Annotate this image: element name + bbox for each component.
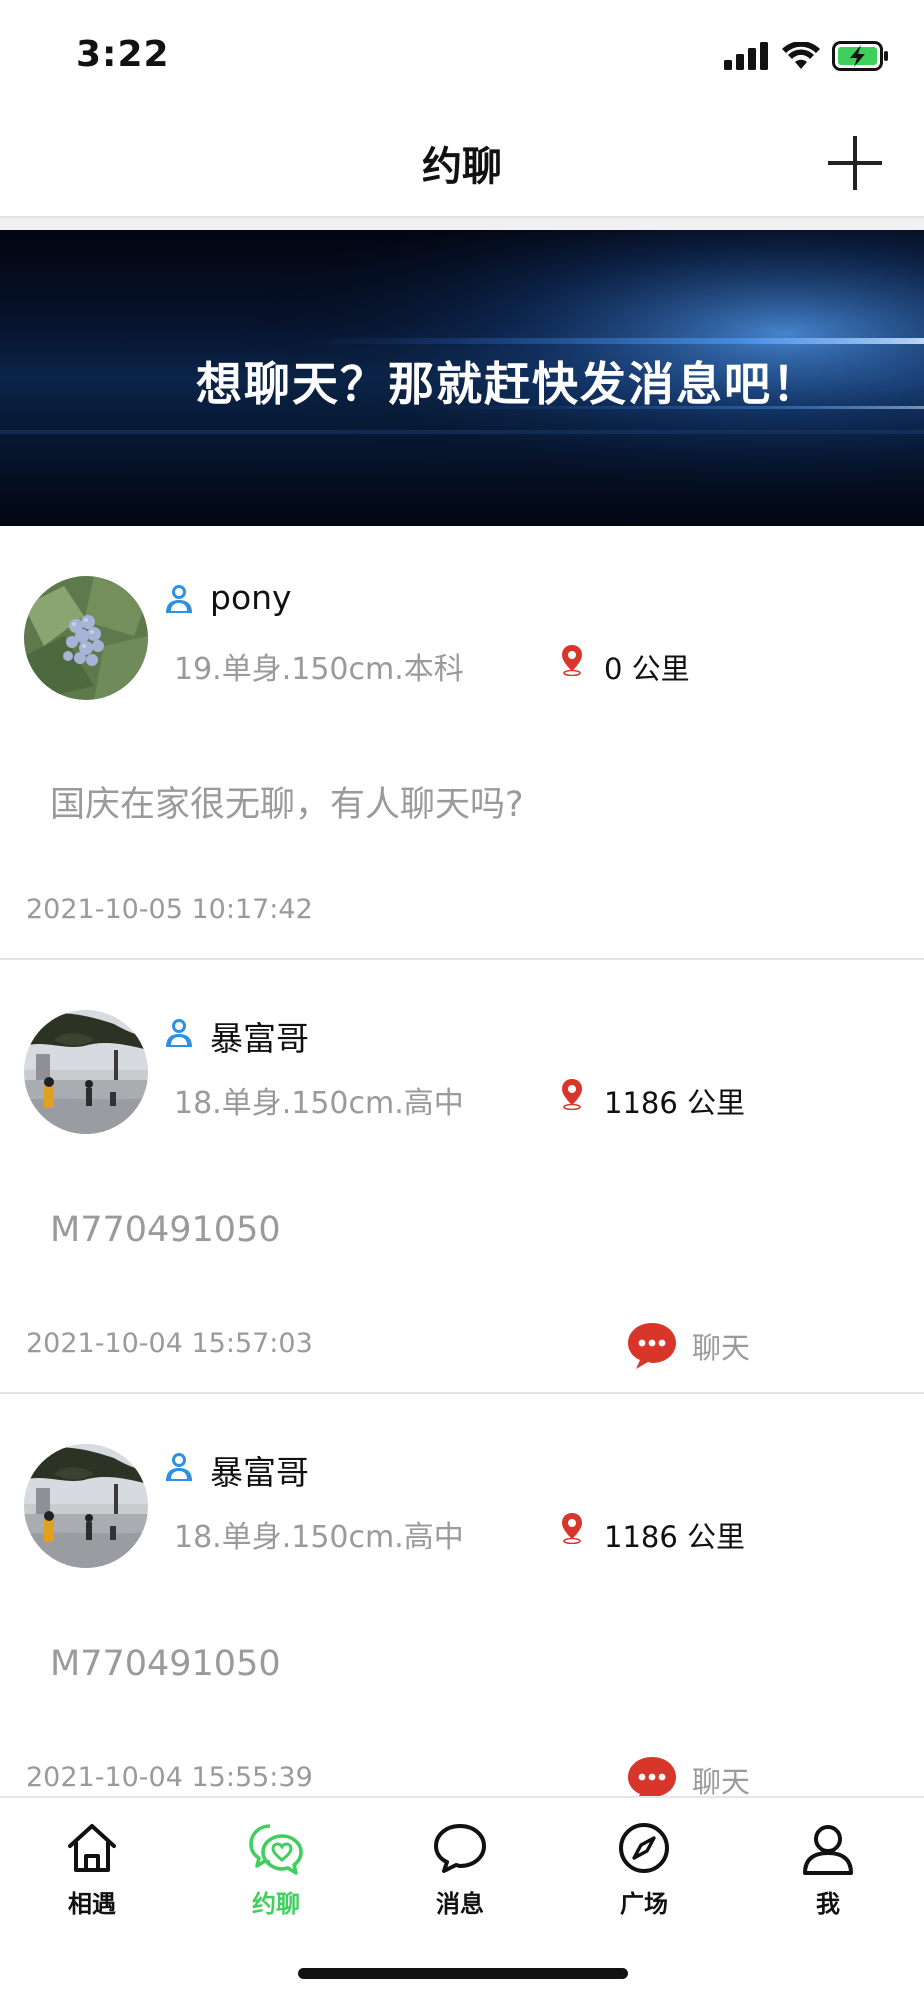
battery-charging-icon bbox=[832, 41, 888, 71]
chat-button-label: 聊天 bbox=[692, 1331, 751, 1365]
post-card[interactable]: pony 19.单身.150cm.本科 0 公里 国庆在家很无聊，有人聊天吗? … bbox=[0, 526, 924, 960]
user-icon bbox=[166, 585, 192, 613]
chat-bubble-icon bbox=[628, 1323, 676, 1369]
add-post-button[interactable] bbox=[824, 132, 886, 194]
post-content: M770491050 bbox=[50, 1210, 281, 1250]
status-time: 3:22 bbox=[76, 34, 170, 75]
user-profile-summary: 18.单身.150cm.高中 bbox=[174, 1520, 464, 1555]
avatar[interactable] bbox=[24, 1444, 148, 1568]
heart-chat-icon bbox=[249, 1824, 303, 1875]
tab-label: 广场 bbox=[620, 1890, 668, 1918]
post-content: M770491050 bbox=[50, 1644, 281, 1684]
post-feed[interactable]: pony 19.单身.150cm.本科 0 公里 国庆在家很无聊，有人聊天吗? … bbox=[0, 526, 924, 1796]
user-name[interactable]: pony bbox=[210, 578, 292, 617]
user-icon bbox=[166, 1019, 192, 1047]
profile-icon bbox=[803, 1825, 853, 1875]
distance-label: 1186 公里 bbox=[604, 1086, 746, 1120]
post-card[interactable]: 暴富哥 18.单身.150cm.高中 1186 公里 M770491050 20… bbox=[0, 1394, 924, 1796]
user-profile-summary: 18.单身.150cm.高中 bbox=[174, 1086, 464, 1121]
user-icon bbox=[166, 1453, 192, 1481]
home-indicator[interactable] bbox=[298, 1968, 628, 1979]
tab-messages[interactable]: 消息 bbox=[368, 1820, 552, 1919]
status-bar: 3:22 bbox=[0, 0, 924, 110]
wifi-icon bbox=[782, 42, 820, 69]
status-icons bbox=[724, 36, 890, 76]
cellular-signal-icon bbox=[724, 42, 768, 70]
home-icon bbox=[68, 1824, 116, 1872]
chat-bubble-icon bbox=[628, 1757, 676, 1796]
promo-banner[interactable]: 想聊天？那就赶快发消息吧！ bbox=[0, 230, 924, 526]
user-profile-summary: 19.单身.150cm.本科 bbox=[174, 652, 464, 687]
user-name[interactable]: 暴富哥 bbox=[210, 1012, 309, 1060]
page-title: 约聊 bbox=[422, 144, 502, 190]
tab-date-chat[interactable]: 约聊 bbox=[184, 1820, 368, 1919]
post-card[interactable]: 暴富哥 18.单身.150cm.高中 1186 公里 M770491050 20… bbox=[0, 960, 924, 1394]
distance-label: 0 公里 bbox=[604, 652, 690, 686]
post-timestamp: 2021-10-04 15:55:39 bbox=[26, 1762, 313, 1793]
tab-plaza[interactable]: 广场 bbox=[552, 1820, 736, 1919]
location-pin-icon bbox=[562, 645, 582, 676]
avatar[interactable] bbox=[24, 1010, 148, 1134]
message-icon bbox=[434, 1824, 486, 1873]
post-timestamp: 2021-10-04 15:57:03 bbox=[26, 1328, 313, 1359]
tab-label: 约聊 bbox=[252, 1890, 300, 1918]
tab-label: 消息 bbox=[436, 1890, 484, 1918]
nav-header: 约聊 bbox=[0, 110, 924, 218]
chat-button[interactable]: 聊天 bbox=[626, 1320, 750, 1372]
tab-me[interactable]: 我 bbox=[736, 1820, 920, 1919]
tab-label: 相遇 bbox=[68, 1890, 116, 1918]
compass-icon bbox=[619, 1823, 669, 1873]
location-pin-icon bbox=[562, 1513, 582, 1544]
header-divider bbox=[0, 218, 924, 230]
avatar[interactable] bbox=[24, 576, 148, 700]
user-name[interactable]: 暴富哥 bbox=[210, 1446, 309, 1494]
distance-label: 1186 公里 bbox=[604, 1520, 746, 1554]
tab-label: 我 bbox=[816, 1890, 840, 1918]
chat-button[interactable]: 聊天 bbox=[626, 1754, 750, 1796]
post-content: 国庆在家很无聊，有人聊天吗? bbox=[50, 785, 524, 825]
post-timestamp: 2021-10-05 10:17:42 bbox=[26, 894, 313, 925]
banner-headline: 想聊天？那就赶快发消息吧！ bbox=[196, 357, 820, 411]
location-pin-icon bbox=[562, 1079, 582, 1110]
chat-button-label: 聊天 bbox=[692, 1765, 751, 1796]
tab-meet[interactable]: 相遇 bbox=[0, 1820, 184, 1919]
